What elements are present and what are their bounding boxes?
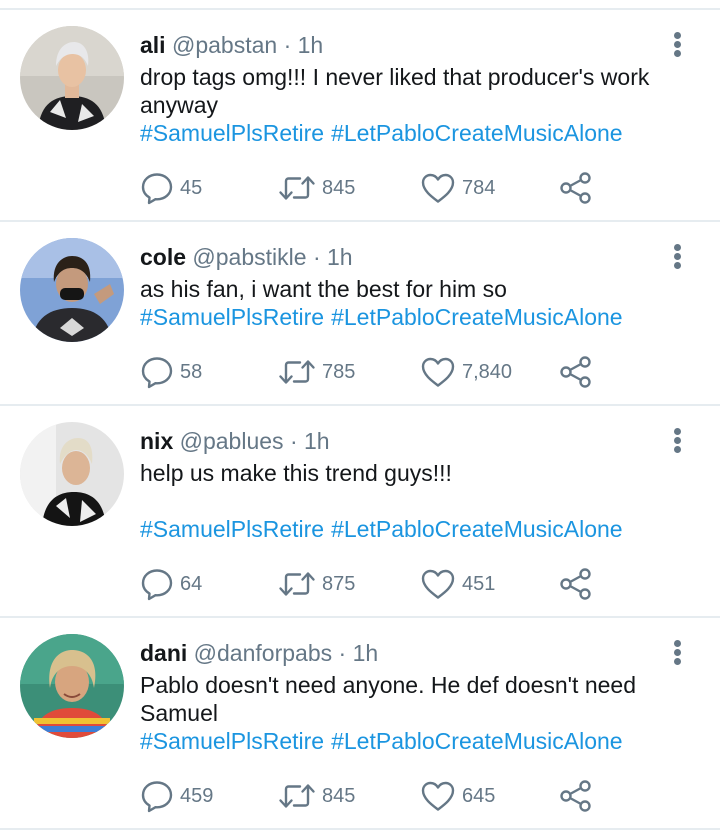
username[interactable]: @pablues (180, 428, 284, 454)
tweet-text: Pablo doesn't need anyone. He def doesn'… (140, 672, 637, 726)
hashtags: #SamuelPlsRetire #LetPabloCreateMusicAlon… (140, 303, 623, 331)
hashtags: #SamuelPlsRetire #LetPabloCreateMusicAlon… (140, 119, 623, 147)
like-button[interactable]: 784 (420, 171, 495, 205)
tweet-text: as his fan, i want the best for him so (140, 276, 507, 302)
reply-count: 459 (180, 784, 214, 807)
hashtag-link[interactable]: #LetPabloCreateMusicAlone (331, 120, 623, 146)
avatar[interactable] (20, 634, 124, 738)
like-button[interactable]: 451 (420, 567, 495, 601)
retweet-count: 875 (322, 572, 356, 595)
reply-icon (140, 567, 174, 601)
share-icon (558, 780, 594, 812)
display-name[interactable]: nix (140, 428, 173, 454)
separator: · (338, 640, 347, 666)
share-button[interactable] (558, 567, 594, 601)
like-count: 7,840 (462, 360, 513, 383)
top-divider (0, 8, 720, 10)
like-count: 451 (462, 572, 496, 595)
separator: · (289, 428, 298, 454)
like-button[interactable]: 645 (420, 779, 495, 813)
hashtag-link[interactable]: #LetPabloCreateMusicAlone (331, 516, 623, 542)
hashtag-link[interactable]: #SamuelPlsRetire (140, 304, 324, 330)
username[interactable]: @pabstan (172, 32, 277, 58)
share-icon (558, 172, 594, 204)
more-vertical-icon[interactable] (668, 426, 688, 456)
reply-icon (140, 355, 174, 389)
timestamp[interactable]: 1h (327, 244, 353, 270)
hashtag-link[interactable]: #LetPabloCreateMusicAlone (331, 304, 623, 330)
hashtag-link[interactable]: #SamuelPlsRetire (140, 516, 324, 542)
retweet-count: 845 (322, 784, 356, 807)
avatar[interactable] (20, 238, 124, 342)
heart-icon (420, 780, 456, 812)
retweet-icon (278, 781, 316, 811)
tweet-actions: 459 845 645 (140, 779, 620, 813)
hashtag-link[interactable]: #SamuelPlsRetire (140, 728, 324, 754)
tweet-text: help us make this trend guys!!! (140, 460, 452, 486)
share-button[interactable] (558, 779, 594, 813)
display-name[interactable]: dani (140, 640, 187, 666)
display-name[interactable]: ali (140, 32, 166, 58)
more-vertical-icon[interactable] (668, 30, 688, 60)
hashtags: #SamuelPlsRetire #LetPabloCreateMusicAlon… (140, 727, 623, 755)
reply-count: 58 (180, 360, 203, 383)
reply-count: 64 (180, 572, 203, 595)
like-count: 645 (462, 784, 496, 807)
retweet-count: 785 (322, 360, 356, 383)
reply-button[interactable]: 45 (140, 171, 202, 205)
share-icon (558, 356, 594, 388)
share-button[interactable] (558, 171, 594, 205)
tweet-header: ali @pabstan · 1h (140, 31, 323, 59)
divider (0, 828, 720, 830)
tweet-header: nix @pablues · 1h (140, 427, 330, 455)
retweet-button[interactable]: 845 (278, 779, 355, 813)
timestamp[interactable]: 1h (298, 32, 324, 58)
heart-icon (420, 172, 456, 204)
tweet[interactable]: nix @pablues · 1h help us make this tren… (0, 406, 720, 618)
retweet-icon (278, 357, 316, 387)
retweet-count: 845 (322, 176, 356, 199)
timestamp[interactable]: 1h (304, 428, 330, 454)
tweet-actions: 45 845 784 (140, 171, 620, 205)
avatar[interactable] (20, 422, 124, 526)
hashtag-link[interactable]: #LetPabloCreateMusicAlone (331, 728, 623, 754)
reply-icon (140, 171, 174, 205)
more-vertical-icon[interactable] (668, 242, 688, 272)
hashtags: #SamuelPlsRetire #LetPabloCreateMusicAlon… (140, 515, 623, 543)
retweet-button[interactable]: 845 (278, 171, 355, 205)
like-count: 784 (462, 176, 496, 199)
hashtag-link[interactable]: #SamuelPlsRetire (140, 120, 324, 146)
heart-icon (420, 356, 456, 388)
separator: · (283, 32, 292, 58)
retweet-icon (278, 173, 316, 203)
reply-button[interactable]: 58 (140, 355, 202, 389)
tweet-actions: 58 785 7,840 (140, 355, 620, 389)
heart-icon (420, 568, 456, 600)
reply-button[interactable]: 64 (140, 567, 202, 601)
retweet-button[interactable]: 875 (278, 567, 355, 601)
reply-button[interactable]: 459 (140, 779, 213, 813)
tweet-text: drop tags omg!!! I never liked that prod… (140, 64, 650, 118)
username[interactable]: @pabstikle (192, 244, 306, 270)
share-icon (558, 568, 594, 600)
more-vertical-icon[interactable] (668, 638, 688, 668)
tweet-actions: 64 875 451 (140, 567, 620, 601)
timestamp[interactable]: 1h (353, 640, 379, 666)
reply-count: 45 (180, 176, 203, 199)
like-button[interactable]: 7,840 (420, 355, 512, 389)
tweet-header: cole @pabstikle · 1h (140, 243, 353, 271)
tweet[interactable]: ali @pabstan · 1h drop tags omg!!! I nev… (0, 26, 720, 222)
tweet[interactable]: cole @pabstikle · 1h as his fan, i want … (0, 222, 720, 406)
share-button[interactable] (558, 355, 594, 389)
username[interactable]: @danforpabs (194, 640, 332, 666)
retweet-icon (278, 569, 316, 599)
avatar[interactable] (20, 26, 124, 130)
reply-icon (140, 779, 174, 813)
separator: · (312, 244, 321, 270)
retweet-button[interactable]: 785 (278, 355, 355, 389)
tweet[interactable]: dani @danforpabs · 1h Pablo doesn't need… (0, 618, 720, 830)
display-name[interactable]: cole (140, 244, 186, 270)
tweet-header: dani @danforpabs · 1h (140, 639, 378, 667)
